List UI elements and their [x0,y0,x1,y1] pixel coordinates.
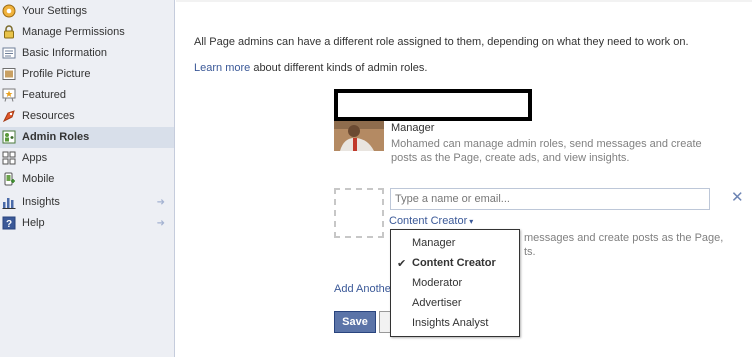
role-option-manager[interactable]: Manager [391,234,519,254]
learn-more-text: about different kinds of admin roles. [250,62,428,74]
sidebar-item-insights[interactable]: Insights ➜ [0,192,174,213]
star-board-icon [2,88,16,102]
role-option-moderator[interactable]: Moderator [391,274,519,294]
new-admin-photo-placeholder [334,188,384,238]
main-content: All Page admins can have a different rol… [176,0,752,357]
sidebar-item-label: Manage Permissions [22,26,125,38]
role-option-insights-analyst[interactable]: Insights Analyst [391,314,519,334]
picture-icon [2,68,16,80]
svg-text:?: ? [6,219,12,230]
sidebar-item-featured[interactable]: Featured [0,85,174,106]
sidebar-item-label: Insights [22,196,60,208]
sidebar-item-label: Admin Roles [22,131,90,143]
role-select-value: Content Creator [389,215,468,227]
info-card-icon [2,47,16,59]
lock-icon [4,25,14,39]
arrow-right-icon: ➜ [156,197,165,208]
help-icon: ? [2,216,16,230]
settings-icon [2,4,16,18]
admin-role-description-line: posts as the Page, create ads, and view … [391,152,630,164]
sidebar-item-label: Resources [22,110,75,122]
new-admin-role-description: messages and create posts as the Page, t… [524,231,723,259]
arrow-right-icon: ➜ [156,218,165,229]
sidebar-item-resources[interactable]: Resources [0,106,174,127]
sidebar-item-profile-picture[interactable]: Profile Picture [0,64,174,85]
sidebar-item-mobile[interactable]: Mobile [0,169,174,190]
sidebar-item-basic-information[interactable]: Basic Information [0,43,174,64]
save-button[interactable]: Save [334,311,376,333]
sidebar-item-manage-permissions[interactable]: Manage Permissions [0,22,174,43]
sidebar-item-label: Featured [22,89,67,101]
admin-role-description-line: Mohamed can manage admin roles, send mes… [391,138,702,150]
checkmark-icon: ✔ [397,258,407,270]
intro-text: All Page admins can have a different rol… [194,36,689,48]
sidebar-item-label: Help [22,217,45,229]
sidebar-item-help[interactable]: ? Help ➜ [0,213,174,234]
divider [176,0,752,2]
role-option-label: Moderator [412,277,463,289]
role-option-label: Content Creator [412,257,496,269]
close-icon[interactable]: ✕ [731,188,744,206]
insights-icon [2,198,16,209]
role-option-content-creator[interactable]: ✔ Content Creator [391,254,519,274]
sidebar: Your Settings Manage Permissions Basic I… [0,0,175,357]
role-option-label: Advertiser [412,297,462,309]
admin-name-input[interactable] [390,188,710,210]
role-dropdown-menu: Manager ✔ Content Creator Moderator Adve… [390,229,520,337]
learn-more-line: Learn more about different kinds of admi… [194,62,427,74]
resources-icon [2,110,15,123]
sidebar-item-label: Profile Picture [22,68,91,80]
add-another-link[interactable]: Add Another [334,283,395,295]
role-select-dropdown[interactable]: Content Creator ▾ [389,215,473,227]
admin-role-description: Mohamed can manage admin roles, send mes… [391,137,711,165]
mobile-icon [4,172,15,186]
apps-icon [2,151,16,165]
role-option-advertiser[interactable]: Advertiser [391,294,519,314]
admin-avatar [334,119,384,151]
role-option-label: Manager [412,237,456,249]
chevron-down-icon: ▾ [469,217,474,226]
sidebar-item-your-settings[interactable]: Your Settings [0,1,174,22]
admin-role-label: Manager [391,122,435,134]
admin-roles-icon [2,130,16,144]
redacted-name [334,89,532,121]
sidebar-item-label: Mobile [22,173,55,185]
sidebar-item-apps[interactable]: Apps [0,148,174,169]
role-option-label: Insights Analyst [412,317,489,329]
sidebar-item-label: Your Settings [22,5,88,17]
learn-more-link[interactable]: Learn more [194,62,250,74]
new-admin-role-description-line: messages and create posts as the Page, [524,232,724,244]
sidebar-item-label: Apps [22,152,48,164]
sidebar-item-admin-roles[interactable]: Admin Roles [0,127,174,148]
new-admin-role-description-line: ts. [524,246,536,258]
sidebar-item-label: Basic Information [22,47,107,59]
